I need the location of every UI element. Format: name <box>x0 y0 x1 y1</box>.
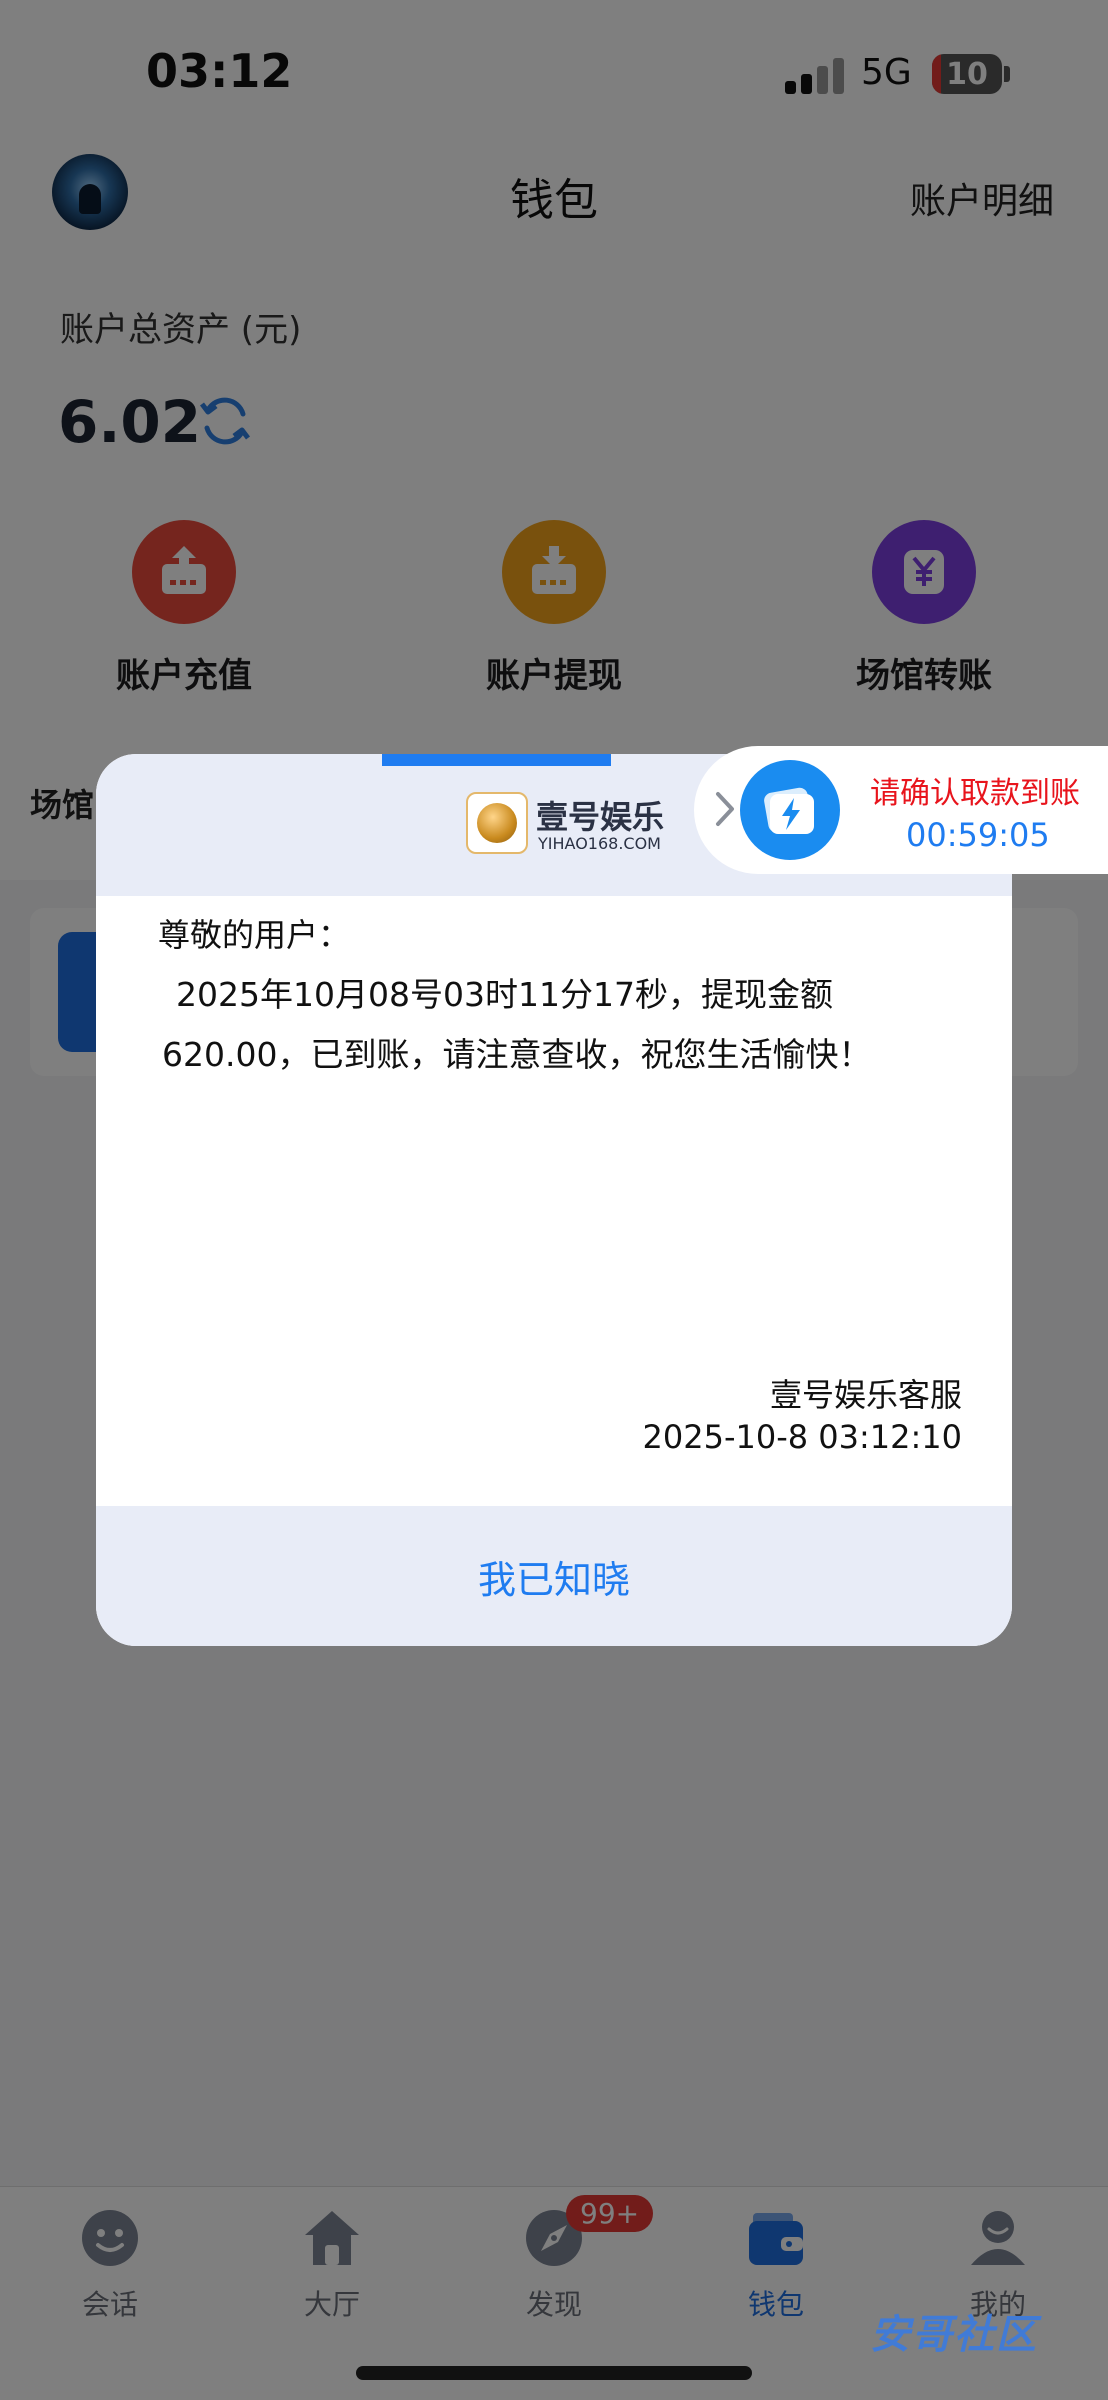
signature-time: 2025-10-8 03:12:10 <box>642 1418 963 1456</box>
brand-logo: 壹号娱乐 YIHAO168.COM <box>466 792 666 858</box>
brand-site: YIHAO168.COM <box>538 834 661 853</box>
brand-emblem-icon <box>466 792 528 854</box>
fast-wallet-icon <box>740 760 840 860</box>
withdrawal-notice-dialog: 壹号娱乐 YIHAO168.COM 尊敬的用户： 2025年10月08号03时1… <box>96 754 1012 1646</box>
acknowledge-button[interactable]: 我已知晓 <box>96 1506 1012 1646</box>
greeting: 尊敬的用户： <box>158 916 351 954</box>
message-line-1: 2025年10月08号03时11分17秒，提现金额 <box>176 975 833 1014</box>
signature-name: 壹号娱乐客服 <box>769 1376 962 1414</box>
dialog-footer: 我已知晓 <box>96 1506 1012 1646</box>
home-indicator[interactable] <box>356 2366 752 2380</box>
withdrawal-confirm-reminder[interactable]: 请确认取款到账 00:59:05 <box>694 746 1108 874</box>
brand-name: 壹号娱乐 <box>536 798 665 836</box>
reminder-title: 请确认取款到账 <box>870 776 1080 811</box>
reminder-timer: 00:59:05 <box>906 816 1050 854</box>
watermark: 安哥社区 <box>870 2312 1038 2358</box>
chevron-right-icon[interactable] <box>710 786 740 832</box>
countdown-progress-fill <box>382 754 611 766</box>
message-line-2: 620.00，已到账，请注意查收，祝您生活愉快！ <box>162 1035 872 1074</box>
